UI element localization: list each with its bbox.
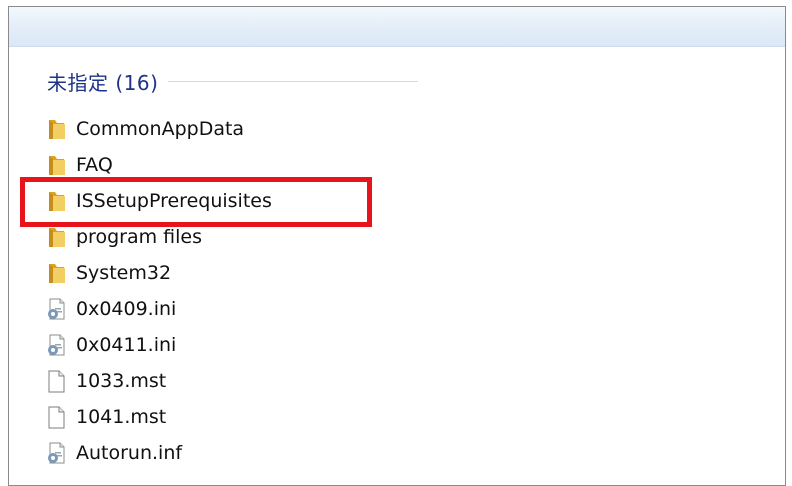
- item-label: CommonAppData: [76, 118, 245, 140]
- list-item-autorun-inf[interactable]: Autorun.inf: [45, 438, 182, 468]
- folder-icon: [45, 225, 67, 249]
- folder-icon: [45, 153, 67, 177]
- group-title: 未指定 (16): [47, 71, 159, 95]
- settings-file-icon: [45, 297, 67, 321]
- list-item-0x0409-ini[interactable]: 0x0409.ini: [45, 294, 176, 324]
- list-item-faq[interactable]: FAQ: [45, 150, 113, 180]
- explorer-window: 未指定 (16) CommonAppData FAQ ISSetupPrereq…: [8, 6, 786, 486]
- settings-file-icon: [45, 441, 67, 465]
- item-label: FAQ: [76, 154, 113, 176]
- blank-file-icon: [45, 369, 67, 393]
- list-item-commonappdata[interactable]: CommonAppData: [45, 114, 244, 144]
- list-item-1033-mst[interactable]: 1033.mst: [45, 366, 166, 396]
- folder-icon: [45, 117, 67, 141]
- highlight-box: [20, 177, 372, 227]
- settings-file-icon: [45, 333, 67, 357]
- list-item-system32[interactable]: System32: [45, 258, 171, 288]
- folder-icon: [45, 261, 67, 285]
- item-label: Autorun.inf: [76, 442, 183, 464]
- blank-file-icon: [45, 405, 67, 429]
- list-item-1041-mst[interactable]: 1041.mst: [45, 402, 166, 432]
- item-label: 1033.mst: [76, 370, 167, 392]
- address-bar-area: [9, 7, 785, 47]
- group-divider: [168, 81, 419, 82]
- item-label: 1041.mst: [76, 406, 167, 428]
- list-item-0x0411-ini[interactable]: 0x0411.ini: [45, 330, 176, 360]
- item-label: program files: [76, 226, 202, 248]
- item-label: 0x0409.ini: [76, 298, 177, 320]
- item-label: 0x0411.ini: [76, 334, 177, 356]
- group-header[interactable]: 未指定 (16): [47, 67, 419, 96]
- item-label: System32: [76, 262, 172, 284]
